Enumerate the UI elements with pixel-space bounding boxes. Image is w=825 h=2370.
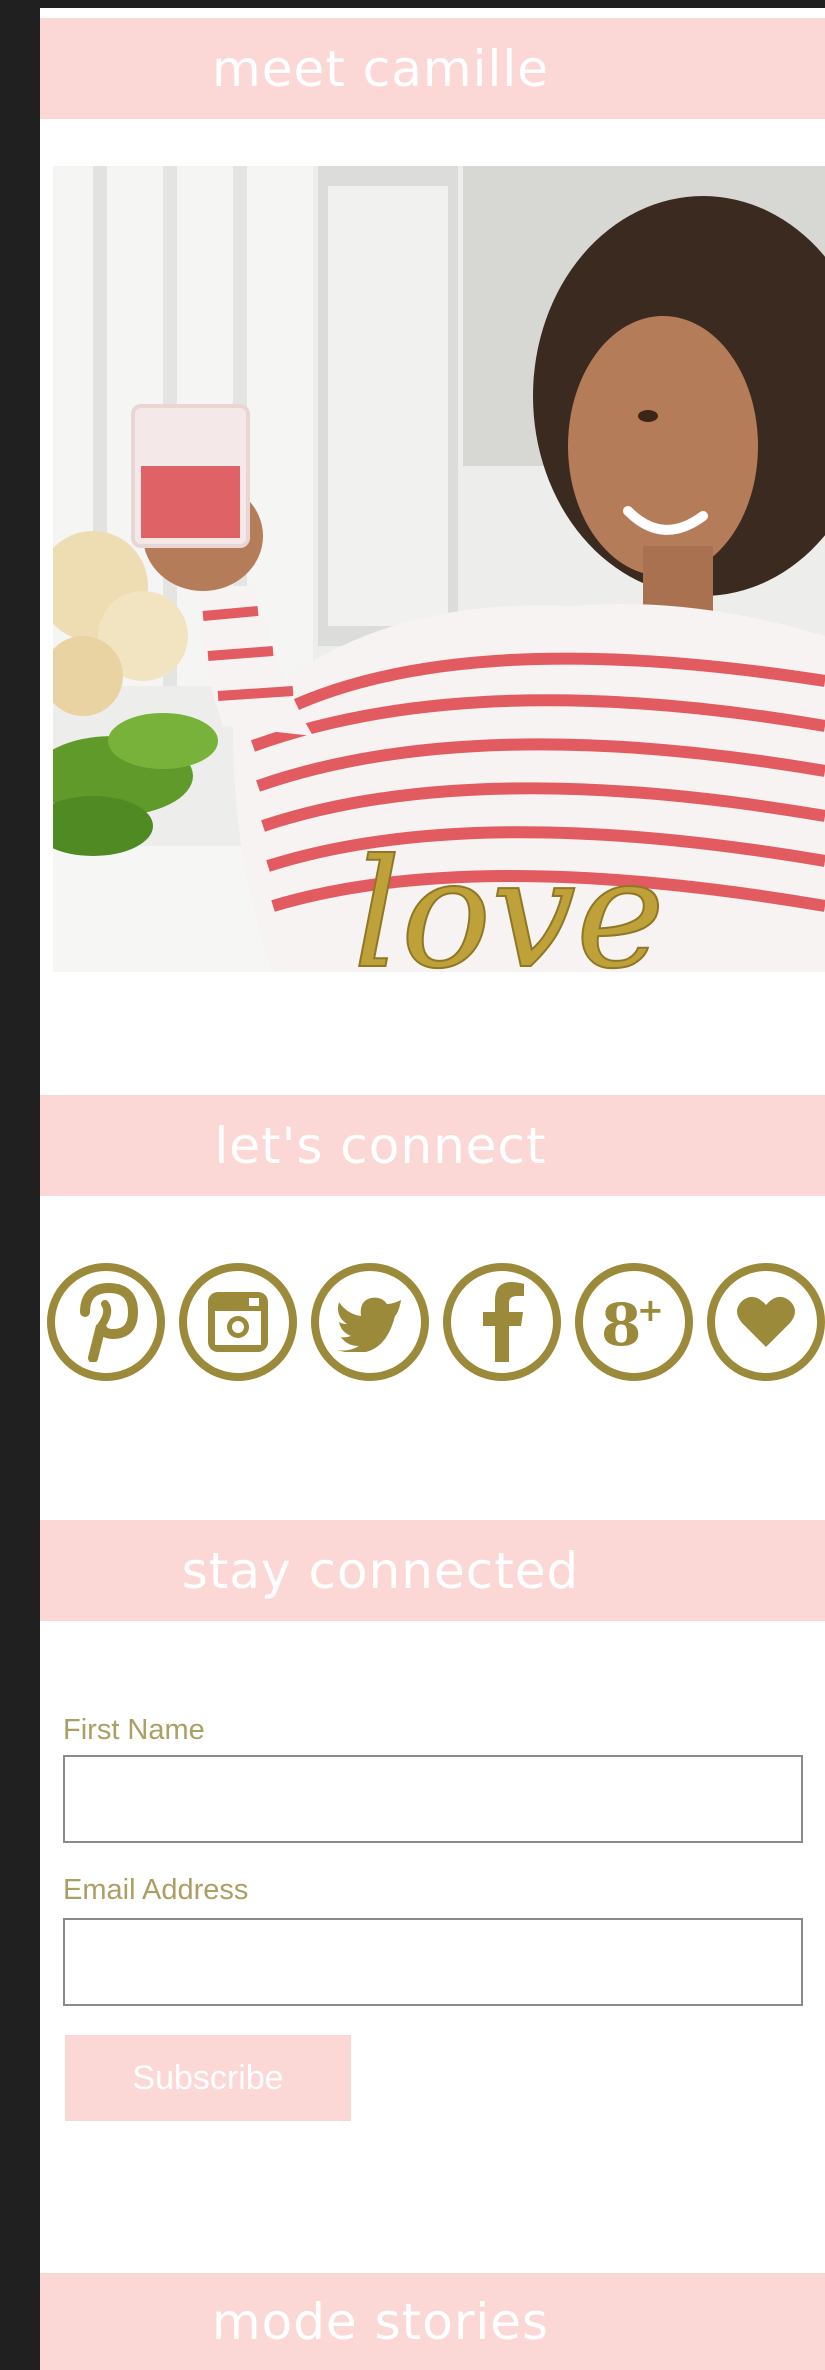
page: meet camille love let's connect 8 + stay…: [0, 0, 825, 2370]
sidebar: meet camille love let's connect 8 + stay…: [40, 8, 825, 2370]
twitter-glyph: [337, 1297, 401, 1352]
profile-photo: love: [53, 166, 825, 972]
lets-connect-title: let's connect: [214, 1116, 547, 1175]
pinterest-icon[interactable]: [47, 1263, 165, 1381]
social-links: 8 +: [47, 1263, 825, 1393]
svg-text:+: +: [637, 1291, 664, 1329]
stay-connected-header: stay connected: [40, 1520, 825, 1621]
love-signature: love: [353, 828, 665, 972]
heart-glyph: [737, 1296, 795, 1347]
email-address-label: Email Address: [63, 1874, 249, 1906]
mode-stories-header: mode stories: [40, 2273, 825, 2370]
meet-camille-title: meet camille: [212, 39, 549, 98]
facebook-icon[interactable]: [443, 1263, 561, 1381]
email-address-input[interactable]: [63, 1918, 803, 2006]
svg-text:8: 8: [601, 1291, 641, 1357]
twitter-icon[interactable]: [311, 1263, 429, 1381]
instagram-icon[interactable]: [179, 1263, 297, 1381]
first-name-label: First Name: [63, 1714, 205, 1746]
instagram-glyph: [208, 1292, 268, 1352]
stay-connected-title: stay connected: [181, 1541, 580, 1600]
pinterest-glyph: [80, 1282, 139, 1362]
heart-icon[interactable]: [707, 1263, 825, 1381]
google-plus-icon[interactable]: 8 +: [575, 1263, 693, 1381]
first-name-input[interactable]: [63, 1755, 803, 1843]
subscribe-button[interactable]: Subscribe: [65, 2035, 351, 2121]
profile-photo-illustration: love: [53, 166, 825, 972]
facebook-glyph: [483, 1282, 524, 1362]
meet-camille-header: meet camille: [40, 18, 825, 119]
lets-connect-header: let's connect: [40, 1095, 825, 1196]
google-plus-glyph: 8 +: [601, 1291, 664, 1357]
mode-stories-title: mode stories: [211, 2292, 550, 2351]
